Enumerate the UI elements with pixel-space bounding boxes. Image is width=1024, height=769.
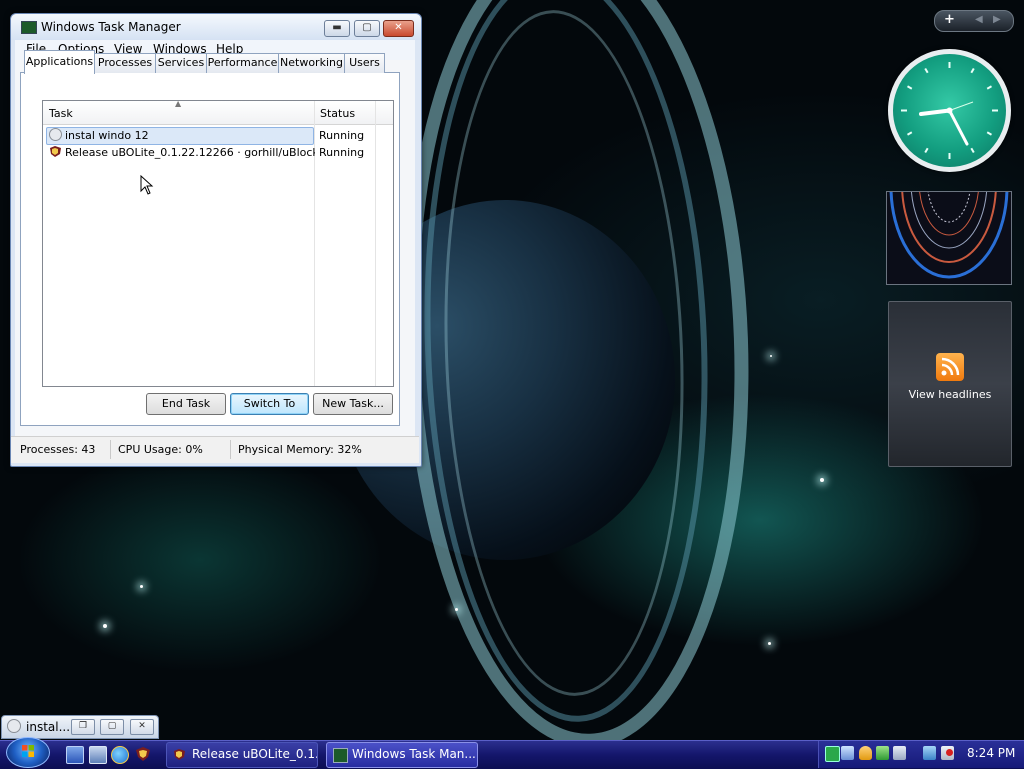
second-hand <box>949 101 974 111</box>
list-header: Task ▲ Status <box>43 99 393 125</box>
close-icon: ✕ <box>138 721 146 731</box>
task-manager-icon <box>21 21 37 34</box>
task-row[interactable]: instal windo 12 Running <box>46 127 390 145</box>
sort-arrow-icon: ▲ <box>175 99 182 108</box>
wallpaper-star <box>455 608 458 611</box>
next-arrow-icon[interactable]: ▶ <box>993 14 1001 25</box>
window-title: Windows Task Manager <box>41 20 181 34</box>
restore-button[interactable]: ❐ <box>71 719 95 735</box>
switch-windows-icon[interactable] <box>89 746 107 764</box>
tab-performance[interactable]: Performance <box>206 53 279 73</box>
title-bar[interactable]: Windows Task Manager ▬ ▢ ✕ <box>11 14 421 40</box>
status-separator <box>110 440 111 459</box>
network-tray-icon[interactable] <box>841 746 854 760</box>
tab-services[interactable]: Services <box>155 53 207 73</box>
minimize-icon: ▬ <box>332 22 342 33</box>
close-button[interactable]: ✕ <box>130 719 154 735</box>
clock-face-icon <box>901 62 998 159</box>
generic-window-icon <box>49 128 62 141</box>
wallpaper-star <box>768 642 771 645</box>
view-headlines-label[interactable]: View headlines <box>889 388 1011 401</box>
wallpaper-star <box>103 624 107 628</box>
security-shield-icon[interactable] <box>859 746 872 760</box>
status-physical-memory: Physical Memory: 32% <box>238 443 362 456</box>
previous-arrow-icon[interactable]: ◀ <box>975 14 983 25</box>
task-list[interactable]: Task ▲ Status instal windo 12 Running Re… <box>42 99 394 387</box>
ublock-icon <box>50 146 61 157</box>
hour-hand <box>919 108 952 116</box>
ublock-icon <box>174 749 185 760</box>
status-bar: Processes: 43 CPU Usage: 0% Physical Mem… <box>11 436 419 463</box>
windows-logo-icon <box>22 745 34 757</box>
sidebar-controls: + ◀ ▶ <box>934 10 1014 32</box>
tab-users[interactable]: Users <box>344 53 385 73</box>
performance-tray-icon[interactable] <box>825 746 840 762</box>
task-manager-icon <box>333 748 348 763</box>
taskbar-button-label: Windows Task Man... <box>352 747 476 761</box>
minimize-button[interactable]: ▬ <box>324 20 350 37</box>
start-button[interactable] <box>6 737 50 768</box>
volume-muted-icon[interactable] <box>941 746 954 760</box>
taskbar-button-ublock-release[interactable]: Release uBOLite_0.1.... <box>166 742 318 768</box>
minimized-window[interactable]: instal... ❐ ▢ ✕ <box>1 715 159 739</box>
wallpaper-star <box>140 585 143 588</box>
task-name: instal windo 12 <box>65 129 149 142</box>
wallpaper-star <box>820 478 824 482</box>
end-task-button[interactable]: End Task <box>146 393 226 415</box>
show-desktop-icon[interactable] <box>66 746 84 764</box>
column-header-task[interactable]: Task <box>49 107 73 120</box>
tab-processes[interactable]: Processes <box>94 53 156 73</box>
task-status: Running <box>319 146 365 159</box>
clock-gadget[interactable] <box>888 49 1011 172</box>
feed-headlines-gadget[interactable]: View headlines <box>888 301 1012 467</box>
maximize-button[interactable]: ▢ <box>354 20 380 37</box>
slideshow-gadget[interactable] <box>886 191 1012 285</box>
maximize-button[interactable]: ▢ <box>100 719 124 735</box>
system-tray: 8:24 PM <box>818 741 1024 768</box>
minute-hand <box>948 109 969 146</box>
generic-window-icon <box>7 719 21 733</box>
task-name: Release uBOLite_0.1.22.12266 · gorhill/u… <box>65 146 315 159</box>
tab-networking[interactable]: Networking <box>278 53 345 73</box>
network-connection-icon[interactable] <box>923 746 936 760</box>
maximize-icon: ▢ <box>362 22 372 33</box>
new-task-button[interactable]: New Task... <box>313 393 393 415</box>
close-button[interactable]: ✕ <box>383 20 414 37</box>
taskbar-clock[interactable]: 8:24 PM <box>967 746 1015 760</box>
task-status: Running <box>319 129 365 142</box>
status-cpu-usage: CPU Usage: 0% <box>118 443 203 456</box>
rss-feed-icon <box>936 353 964 381</box>
close-icon: ✕ <box>394 22 403 33</box>
restore-icon: ❐ <box>78 721 88 731</box>
status-separator <box>230 440 231 459</box>
maximize-icon: ▢ <box>107 721 117 731</box>
switch-to-button[interactable]: Switch To <box>230 393 309 415</box>
column-header-status[interactable]: Status <box>320 107 355 120</box>
taskbar-button-label: Release uBOLite_0.1.... <box>192 747 318 761</box>
mouse-cursor-icon <box>140 175 154 195</box>
internet-explorer-icon[interactable] <box>111 746 129 764</box>
device-tray-icon[interactable] <box>893 746 906 760</box>
wallpaper-star <box>770 355 772 357</box>
minimized-window-title: instal... <box>26 720 71 734</box>
update-checkmark-icon[interactable] <box>876 746 889 760</box>
slideshow-image <box>889 192 1009 279</box>
ublock-icon[interactable] <box>135 746 151 762</box>
tab-applications[interactable]: Applications <box>24 50 95 74</box>
task-row[interactable]: Release uBOLite_0.1.22.12266 · gorhill/u… <box>46 145 390 161</box>
status-processes: Processes: 43 <box>20 443 96 456</box>
taskbar-button-task-manager[interactable]: Windows Task Man... <box>326 742 478 768</box>
add-gadget-icon[interactable]: + <box>944 12 955 27</box>
